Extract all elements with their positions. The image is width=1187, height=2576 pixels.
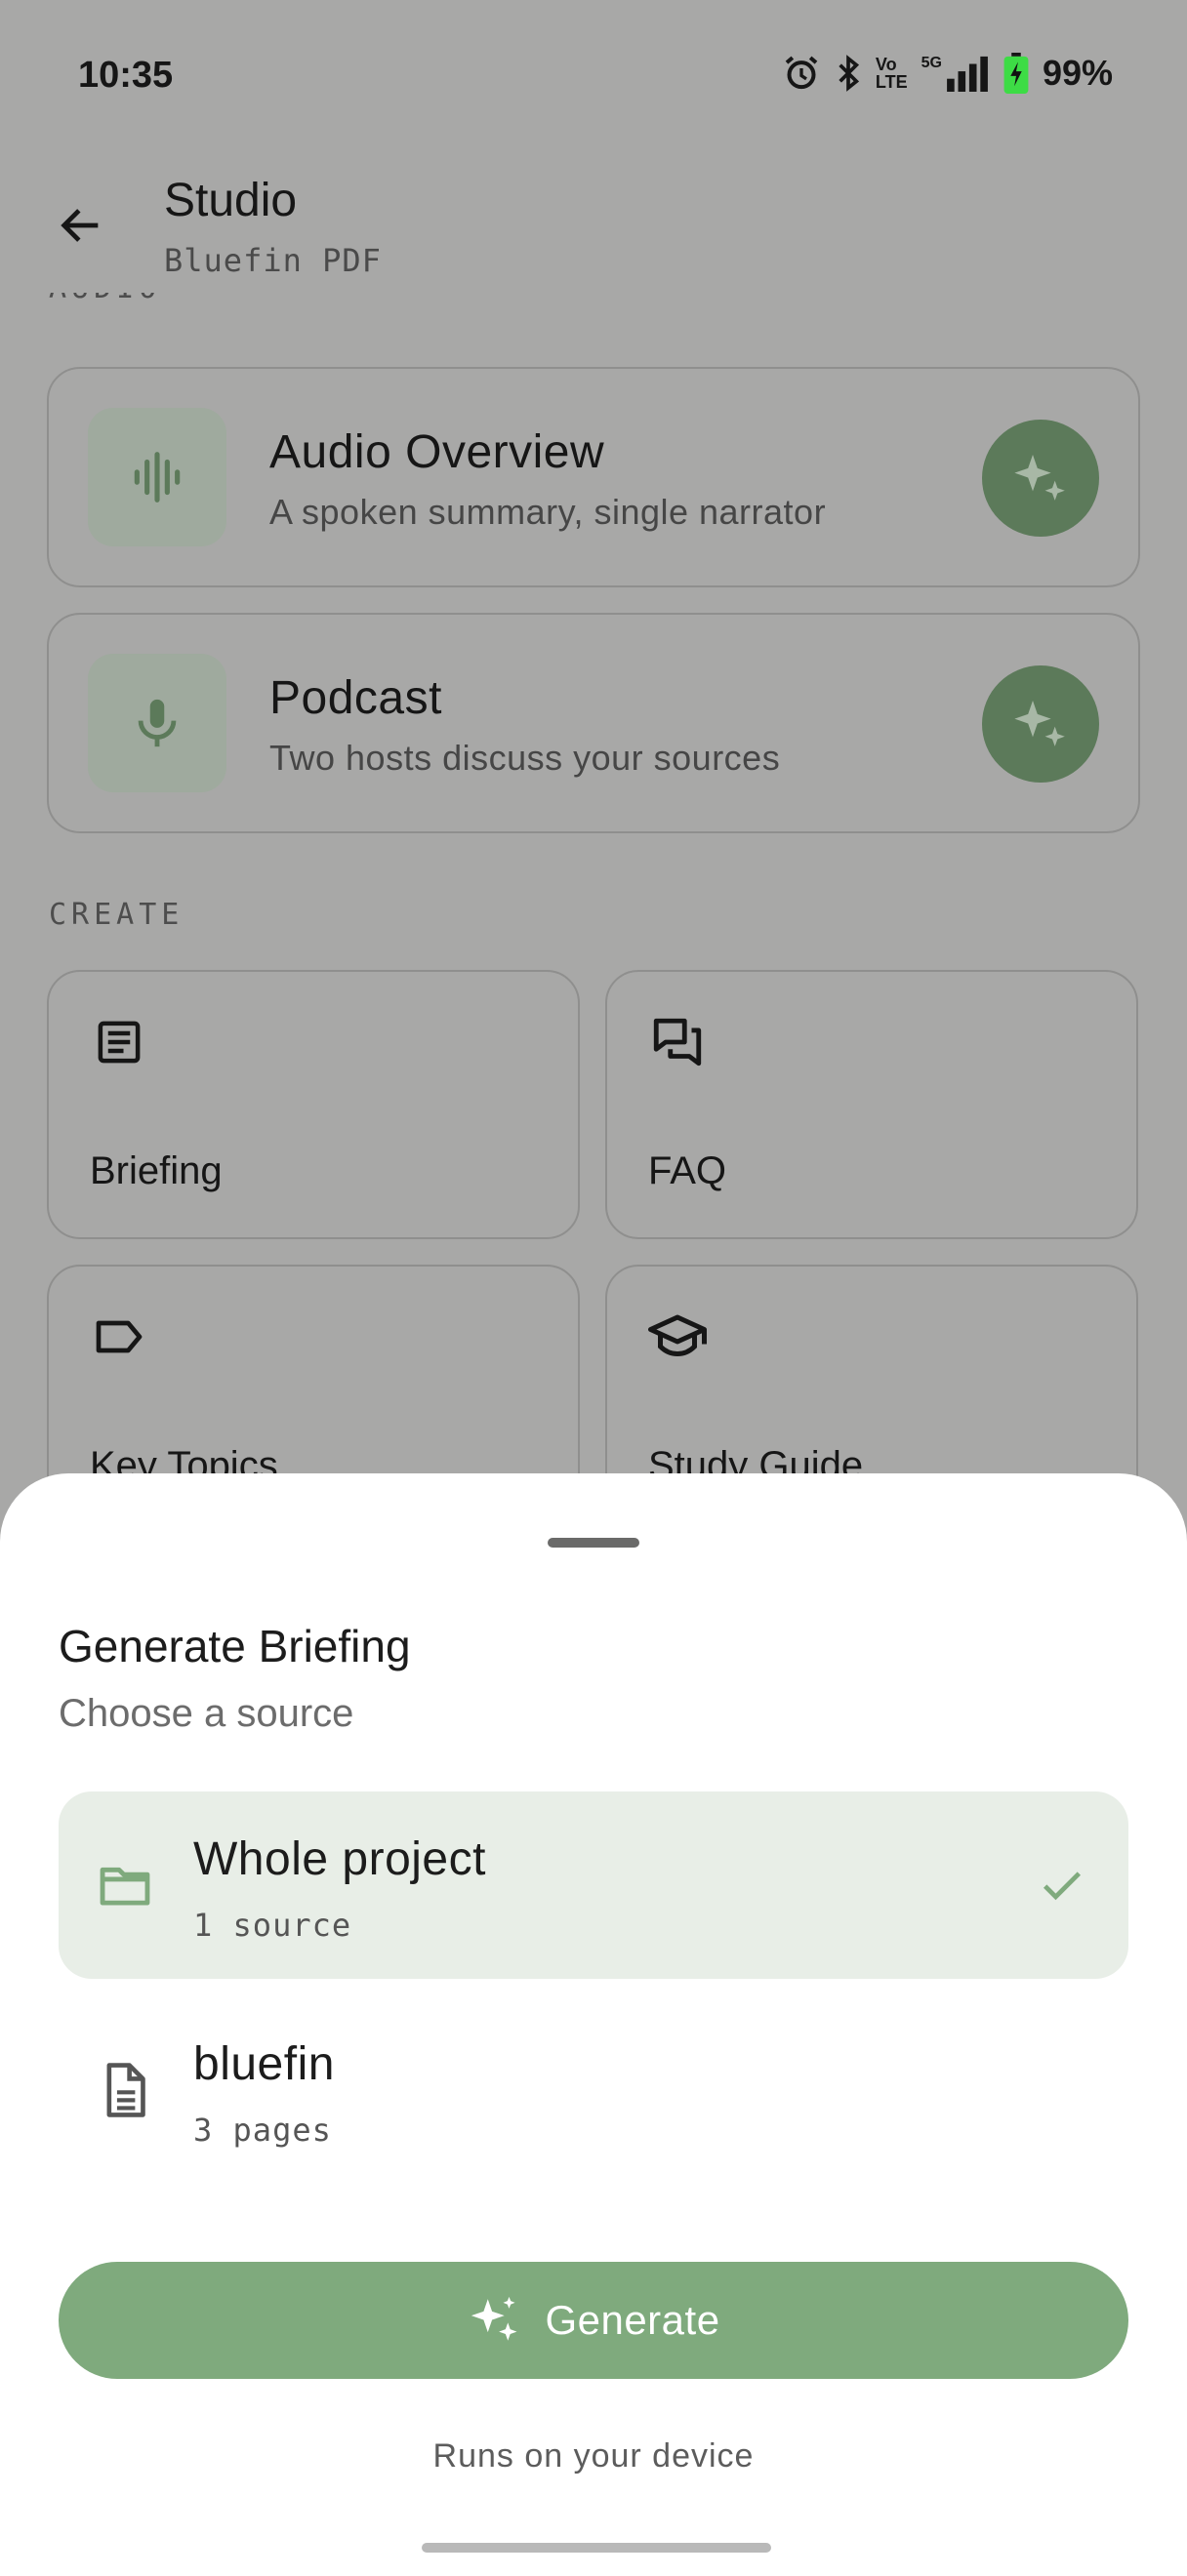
volte-label-bottom: LTE	[875, 72, 908, 92]
forum-icon	[648, 1013, 707, 1071]
section-label-create: CREATE	[49, 898, 184, 932]
source-option-meta: 3 pages	[193, 2112, 332, 2149]
generate-button-label: Generate	[545, 2297, 720, 2343]
tile-faq-label: FAQ	[648, 1149, 727, 1192]
drag-handle[interactable]	[548, 1538, 639, 1548]
tile-faq[interactable]: FAQ	[605, 970, 1138, 1239]
label-icon	[90, 1308, 148, 1366]
page-subtitle: Bluefin PDF	[164, 242, 382, 279]
generate-audio-overview-button[interactable]	[982, 420, 1099, 537]
volte-icon: Vo LTE	[876, 56, 908, 91]
audio-overview-card[interactable]: Audio Overview A spoken summary, single …	[47, 367, 1140, 587]
on-device-note: Runs on your device	[432, 2437, 755, 2475]
volte-label-top: Vo	[875, 55, 897, 74]
sparkle-icon	[1014, 455, 1065, 501]
bottom-sheet: Generate Briefing Choose a source Whole …	[0, 1473, 1187, 2576]
podcast-description: Two hosts discuss your sources	[269, 738, 781, 778]
microphone-icon	[88, 654, 226, 792]
audio-overview-title: Audio Overview	[269, 426, 605, 478]
source-option-bluefin[interactable]: bluefin 3 pages	[59, 1996, 1128, 2184]
sparkle-icon	[471, 2296, 517, 2341]
tile-briefing[interactable]: Briefing	[47, 970, 580, 1239]
5g-signal-icon: 5G	[921, 55, 990, 92]
source-option-title: Whole project	[193, 1833, 486, 1885]
sheet-subtitle: Choose a source	[59, 1692, 354, 1735]
generate-podcast-button[interactable]	[982, 665, 1099, 783]
back-button[interactable]	[49, 193, 113, 258]
status-time: 10:35	[78, 55, 174, 96]
waveform-icon	[88, 408, 226, 546]
source-option-whole-project[interactable]: Whole project 1 source	[59, 1791, 1128, 1979]
gesture-nav-bar[interactable]	[422, 2543, 771, 2553]
battery-charging-icon	[1003, 53, 1029, 94]
source-option-title: bluefin	[193, 2038, 335, 2090]
school-icon	[648, 1308, 707, 1366]
podcast-title: Podcast	[269, 672, 442, 724]
arrow-back-icon	[61, 209, 99, 242]
network-type-label: 5G	[921, 55, 942, 71]
status-bar: 10:35 Vo LTE 5G 99%	[0, 0, 1187, 146]
bluetooth-icon	[835, 54, 862, 93]
battery-percent: 99%	[1042, 53, 1113, 93]
sheet-title: Generate Briefing	[59, 1621, 411, 1671]
audio-overview-description: A spoken summary, single narrator	[269, 492, 827, 532]
podcast-card[interactable]: Podcast Two hosts discuss your sources	[47, 613, 1140, 833]
section-label-audio: AUDIO	[49, 293, 161, 332]
section-audio-text: AUDIO	[49, 293, 161, 305]
tile-briefing-label: Briefing	[90, 1149, 223, 1192]
check-icon	[1033, 1856, 1091, 1914]
generate-button[interactable]: Generate	[59, 2262, 1128, 2379]
folder-icon	[96, 1856, 154, 1914]
top-app-bar: Studio Bluefin PDF	[0, 166, 1187, 293]
page-title: Studio	[164, 175, 298, 226]
alarm-icon	[782, 54, 821, 93]
document-icon	[96, 2061, 154, 2119]
system-icons: Vo LTE 5G 99%	[782, 53, 1113, 94]
source-option-meta: 1 source	[193, 1907, 352, 1944]
article-icon	[90, 1013, 148, 1071]
sparkle-icon	[1014, 701, 1065, 746]
